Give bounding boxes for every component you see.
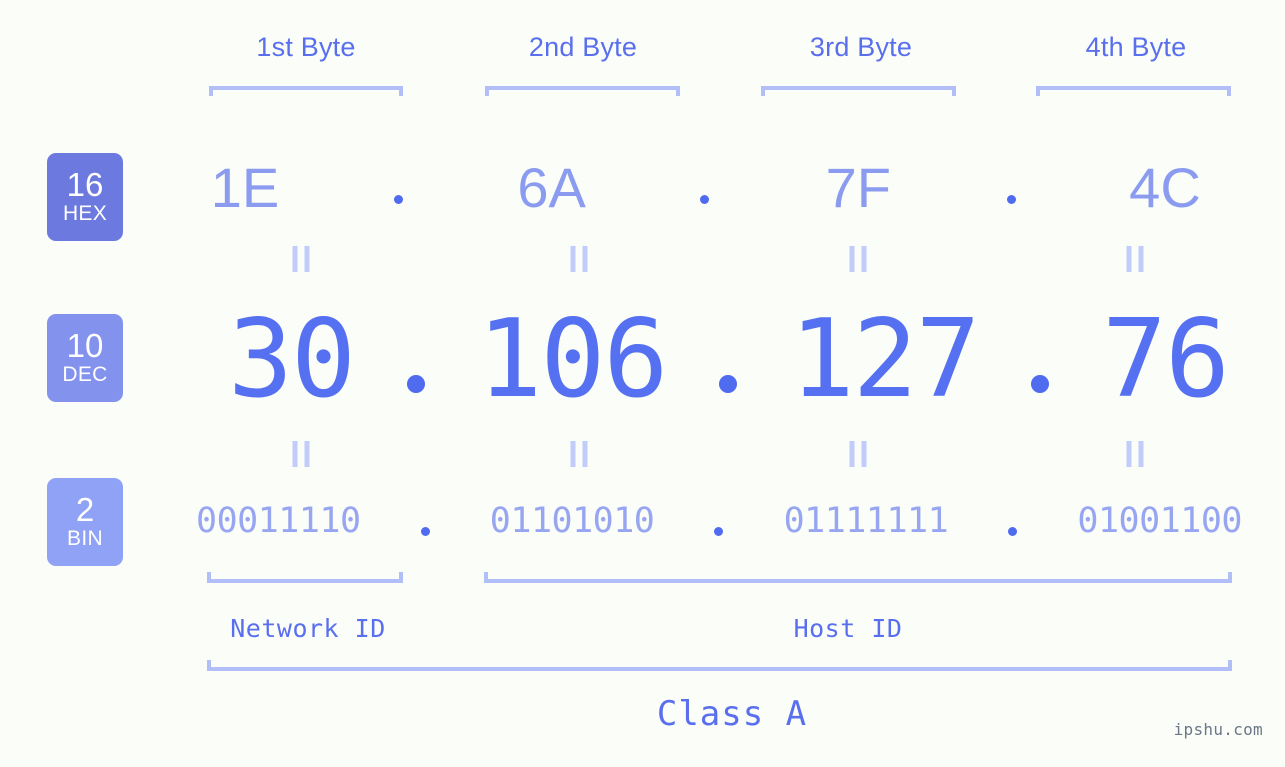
dec-separator-dot-3 [1031, 375, 1050, 393]
base-badge-hex-label: HEX [62, 202, 108, 225]
byte-header-4: 4th Byte [1085, 32, 1187, 62]
bin-octet-4: 01001100 [1077, 500, 1242, 541]
hex-separator-dot-2 [700, 194, 710, 204]
base-badge-bin: 2 BIN [47, 478, 123, 566]
equals-mark-dec-bin-3 [849, 441, 867, 467]
network-id-label: Network ID [230, 614, 386, 643]
byte-bracket-top-2 [485, 86, 680, 96]
hex-octet-4: 4C [1129, 156, 1201, 219]
dec-octet-4: 76 [1101, 297, 1230, 422]
byte-header-3: 3rd Byte [809, 32, 913, 62]
equals-mark-hex-dec-2 [570, 246, 588, 272]
hex-octet-2: 6A [517, 156, 586, 219]
class-label: Class A [656, 694, 808, 734]
byte-bracket-top-4 [1036, 86, 1231, 96]
bin-octet-2: 01101010 [489, 500, 655, 541]
hex-octet-1: 1E [210, 156, 280, 219]
base-badge-bin-number: 2 [75, 491, 95, 528]
host-id-label: Host ID [793, 614, 903, 643]
bin-separator-dot-2 [714, 526, 724, 536]
equals-mark-hex-dec-4 [1126, 246, 1144, 272]
dec-octet-2: 106 [477, 297, 668, 422]
binary-row: 00011110 01101010 01111111 01001100 [196, 500, 1242, 542]
class-bracket [207, 660, 1232, 671]
base-badge-hex-number: 16 [66, 166, 104, 203]
hex-octet-3: 7F [825, 156, 891, 219]
byte-header-2: 2nd Byte [528, 32, 638, 62]
equals-mark-dec-bin-1 [292, 441, 310, 467]
byte-header-1: 1st Byte [256, 32, 356, 62]
bin-separator-dot-1 [420, 526, 430, 536]
equals-mark-dec-bin-2 [570, 441, 588, 467]
host-id-bracket [484, 572, 1232, 583]
bin-octet-1: 00011110 [196, 500, 361, 541]
hex-separator-dot-3 [1007, 194, 1017, 204]
dec-separator-dot-1 [406, 375, 425, 393]
decimal-row: 30 106 127 76 [228, 297, 1230, 422]
byte-bracket-top-3 [761, 86, 956, 96]
site-watermark: ipshu.com [1173, 720, 1263, 739]
bin-octet-3: 01111111 [783, 500, 949, 541]
equals-mark-hex-dec-1 [292, 246, 310, 272]
equals-mark-dec-bin-4 [1126, 441, 1144, 467]
base-badge-dec-label: DEC [62, 363, 108, 386]
base-badge-dec-number: 10 [66, 327, 104, 364]
ip-address-breakdown-diagram: 1st Byte 2nd Byte 3rd Byte 4th Byte 16 H… [0, 0, 1285, 767]
dec-octet-1: 30 [228, 297, 356, 422]
equals-mark-hex-dec-3 [849, 246, 867, 272]
bin-separator-dot-3 [1008, 526, 1018, 536]
network-id-bracket [207, 572, 403, 583]
hex-separator-dot-1 [393, 194, 403, 204]
hex-row: 1E 6A 7F 4C [150, 158, 1260, 218]
base-badge-hex: 16 HEX [47, 153, 123, 241]
base-badge-dec: 10 DEC [47, 314, 123, 402]
byte-bracket-top-1 [209, 86, 403, 96]
dec-separator-dot-2 [719, 375, 737, 393]
dec-octet-3: 127 [789, 297, 981, 422]
base-badge-bin-label: BIN [67, 527, 103, 550]
